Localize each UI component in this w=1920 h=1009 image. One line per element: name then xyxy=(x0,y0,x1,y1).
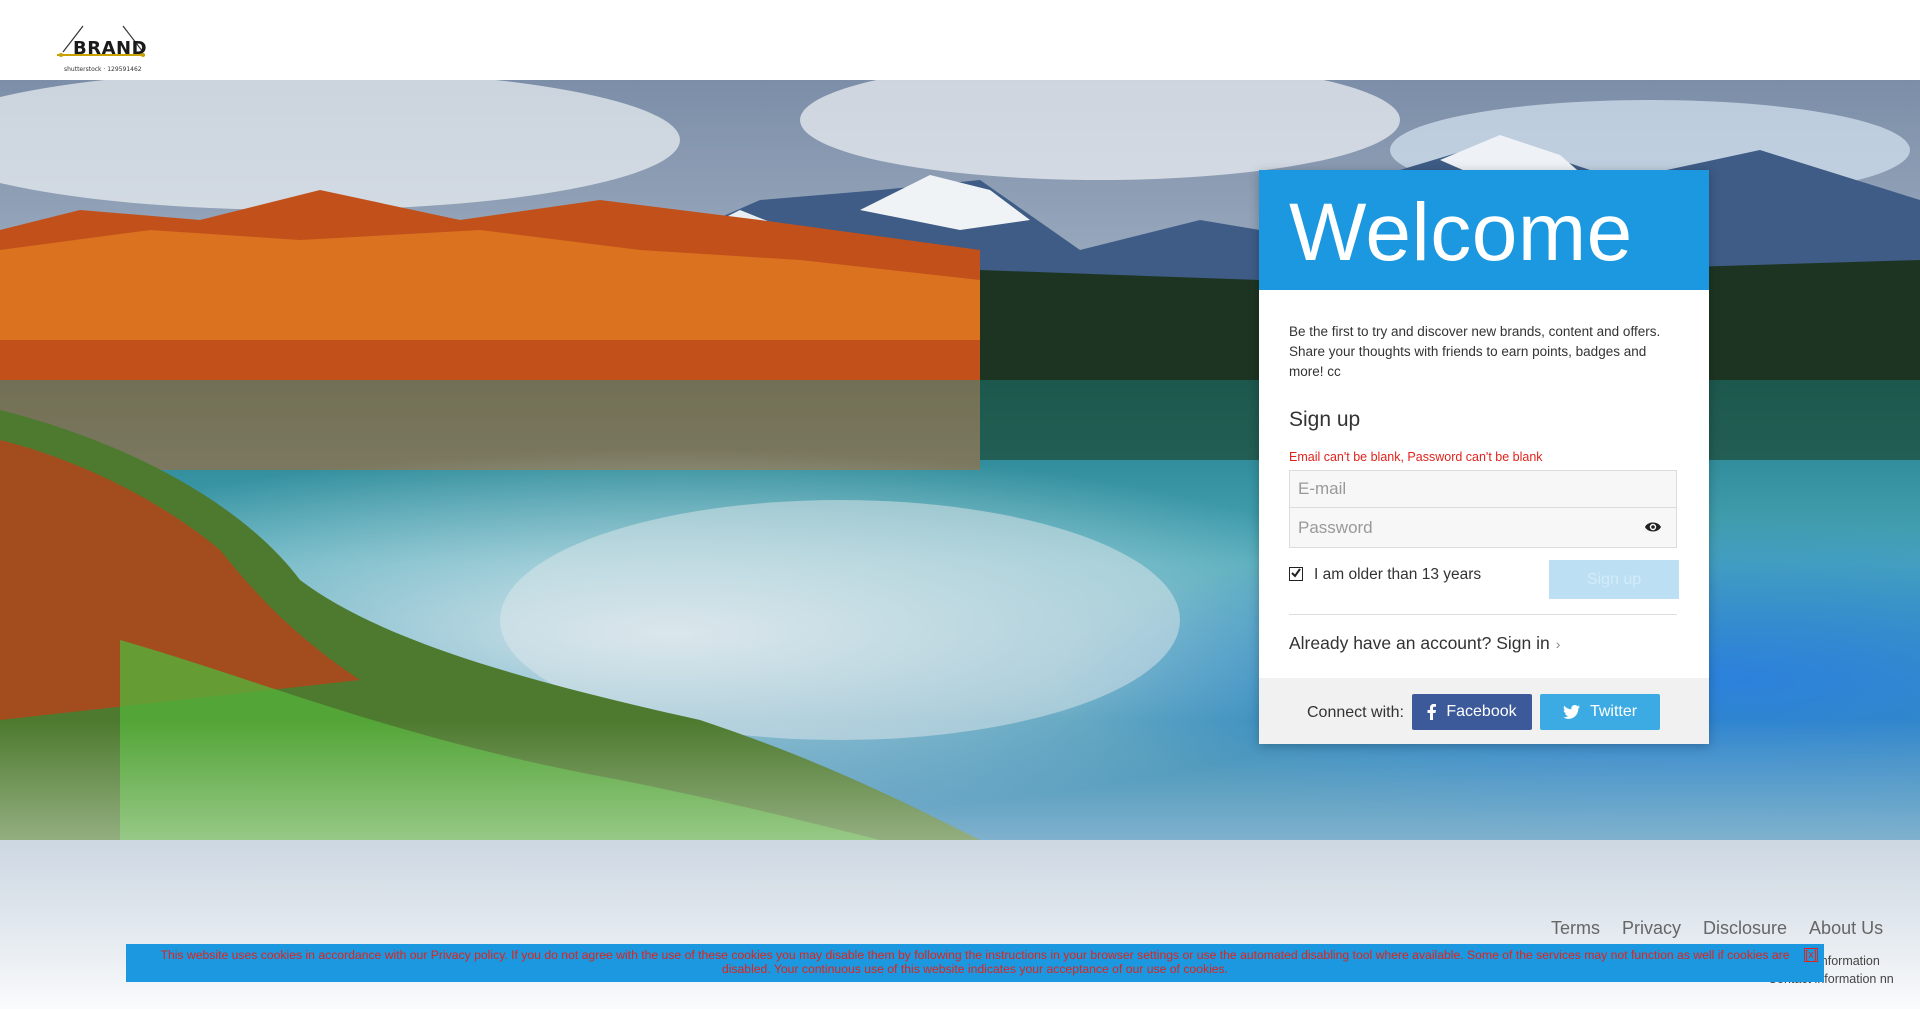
cookie-close-button[interactable]: [x] xyxy=(1804,948,1818,962)
divider xyxy=(1289,614,1677,615)
logo-text: BRAND xyxy=(73,38,148,59)
signin-link[interactable]: Already have an account? Sign in › xyxy=(1289,633,1679,654)
twitter-button[interactable]: Twitter xyxy=(1540,694,1660,730)
footer-link-privacy[interactable]: Privacy xyxy=(1622,918,1681,938)
twitter-icon xyxy=(1562,705,1580,719)
form-error-message: Email can't be blank, Password can't be … xyxy=(1289,450,1543,464)
brand-logo[interactable]: BRAND shutterstock · 129591462 xyxy=(55,22,150,78)
facebook-label: Facebook xyxy=(1446,703,1517,720)
signup-button[interactable]: Sign up xyxy=(1549,560,1679,599)
footer-link-about-us[interactable]: About Us xyxy=(1809,918,1883,938)
age-consent-row: I am older than 13 years Sign up xyxy=(1289,560,1679,610)
footer-link-disclosure[interactable]: Disclosure xyxy=(1703,918,1787,938)
email-field-wrapper xyxy=(1289,470,1677,508)
social-connect-bar: Connect with: Facebook Twitter xyxy=(1259,678,1709,744)
password-input[interactable] xyxy=(1290,508,1676,547)
connect-with-label: Connect with: xyxy=(1307,704,1404,721)
age-checkbox[interactable] xyxy=(1289,567,1303,581)
chevron-right-icon: › xyxy=(1555,636,1561,652)
cookie-consent-bar: This website uses cookies in accordance … xyxy=(126,944,1824,982)
signin-link-label: Already have an account? Sign in xyxy=(1289,633,1550,653)
card-header: Welcome xyxy=(1259,170,1709,290)
facebook-button[interactable]: Facebook xyxy=(1412,694,1532,730)
footer-link-terms[interactable]: Terms xyxy=(1551,918,1600,938)
cookie-consent-text: This website uses cookies in accordance … xyxy=(160,948,1790,976)
checkmark-icon xyxy=(1291,568,1301,578)
logo-caption: shutterstock · 129591462 xyxy=(64,66,142,73)
password-field-wrapper xyxy=(1289,508,1677,548)
twitter-label: Twitter xyxy=(1589,703,1638,720)
card-body: Be the first to try and discover new bra… xyxy=(1259,290,1709,654)
welcome-title: Welcome xyxy=(1289,187,1633,278)
top-header: BRAND shutterstock · 129591462 xyxy=(0,0,1920,80)
email-input[interactable] xyxy=(1290,471,1676,507)
signup-card: Welcome Be the first to try and discover… xyxy=(1259,170,1709,744)
facebook-icon xyxy=(1427,704,1437,720)
contact-information-line-1: information xyxy=(1818,954,1880,968)
show-password-eye-icon[interactable] xyxy=(1644,520,1662,534)
age-checkbox-label[interactable]: I am older than 13 years xyxy=(1314,566,1481,584)
signup-heading: Sign up xyxy=(1289,408,1361,431)
footer-links: Terms Privacy Disclosure About Us xyxy=(1551,918,1883,939)
intro-text: Be the first to try and discover new bra… xyxy=(1289,324,1661,379)
